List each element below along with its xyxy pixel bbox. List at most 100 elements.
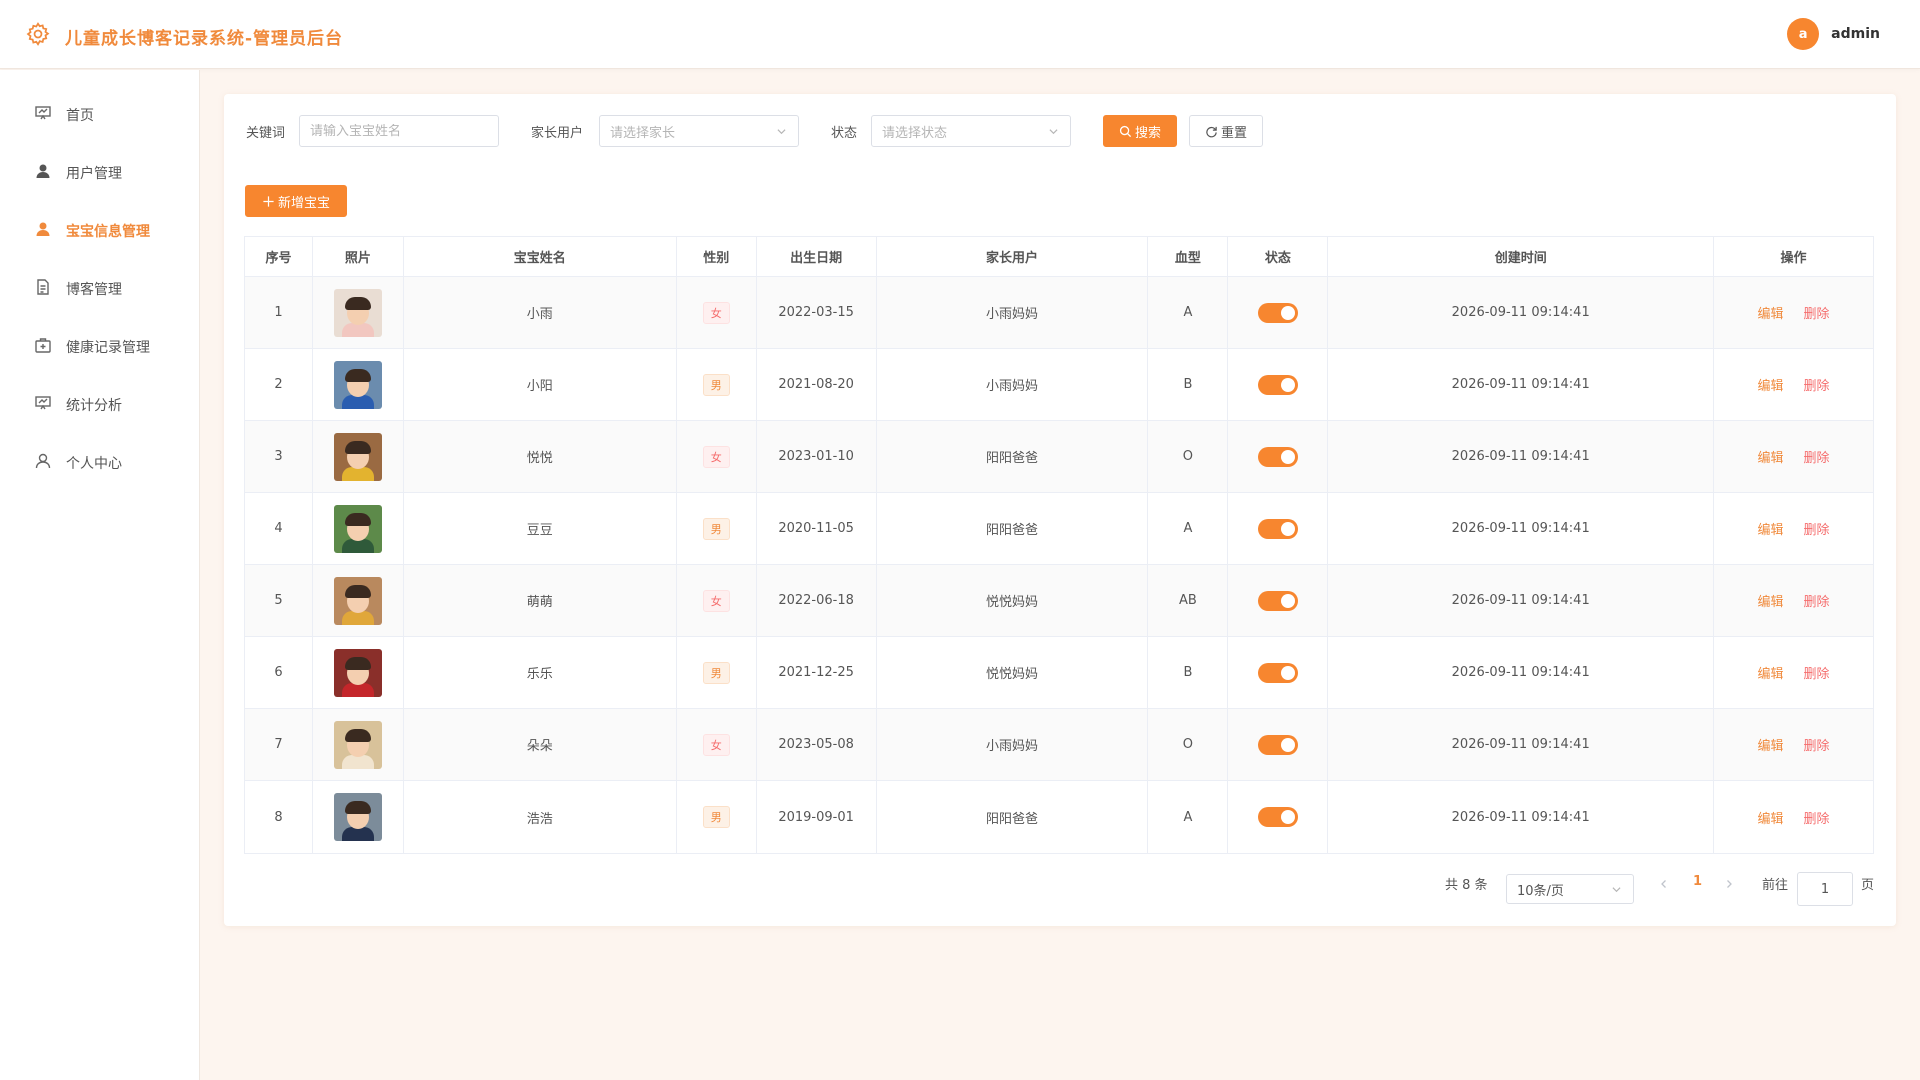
status-toggle[interactable]	[1257, 302, 1298, 323]
edit-button[interactable]: 编辑	[1758, 303, 1784, 322]
parent-label: 家长用户	[531, 126, 584, 141]
sidebar-item-users[interactable]: 用户管理	[0, 145, 199, 201]
edit-button[interactable]: 编辑	[1758, 375, 1784, 394]
document-icon	[34, 278, 52, 300]
status-toggle[interactable]	[1257, 662, 1298, 683]
pagination-total: 共 8 条	[1445, 878, 1488, 893]
page-size-select[interactable]: 10条/页	[1506, 874, 1634, 904]
edit-button[interactable]: 编辑	[1758, 591, 1784, 610]
blood-type: B	[1148, 637, 1229, 708]
username[interactable]: admin	[1831, 26, 1880, 42]
status-toggle[interactable]	[1257, 446, 1298, 467]
column-header: 血型	[1148, 237, 1229, 276]
parent-select[interactable]: 请选择家长	[599, 115, 799, 147]
status-cell	[1228, 421, 1329, 492]
sidebar-item-blog[interactable]: 博客管理	[0, 261, 199, 317]
edit-button[interactable]: 编辑	[1758, 447, 1784, 466]
baby-photo[interactable]	[333, 432, 382, 481]
baby-photo[interactable]	[333, 648, 382, 697]
baby-photo[interactable]	[333, 793, 382, 841]
sidebar-item-label: 统计分析	[66, 398, 122, 414]
baby-photo[interactable]	[333, 288, 382, 337]
baby-name: 浩浩	[404, 781, 677, 853]
row-number: 5	[245, 565, 313, 636]
status-toggle[interactable]	[1257, 518, 1298, 539]
add-baby-button[interactable]: 新增宝宝	[245, 185, 347, 217]
delete-button[interactable]: 删除	[1804, 519, 1830, 538]
row-number: 7	[245, 709, 313, 780]
baby-name: 悦悦	[404, 421, 677, 492]
status-cell	[1228, 781, 1329, 853]
keyword-input-wrapper[interactable]	[299, 115, 499, 147]
chart-board-icon	[34, 394, 52, 416]
delete-button[interactable]: 删除	[1804, 447, 1830, 466]
keyword-input[interactable]	[310, 123, 488, 139]
baby-photo[interactable]	[333, 576, 382, 625]
refresh-icon	[1206, 126, 1217, 137]
sidebar-item-health[interactable]: 健康记录管理	[0, 319, 199, 375]
table-header: 序号 照片 宝宝姓名 性别 出生日期 家长用户 血型 状态 创建时间 操作	[245, 237, 1873, 277]
sidebar: 首页 用户管理 宝宝信息管理 博客管理 健康记录管理 统计分析 个人中心	[0, 70, 200, 1080]
birth-date: 2022-03-15	[757, 277, 877, 348]
sidebar-item-profile[interactable]: 个人中心	[0, 435, 199, 491]
table-row: 1 小雨女 2022-03-15 小雨妈妈 A 2026-09-11 09:14:41 编辑…	[245, 277, 1873, 349]
blood-type: A	[1148, 781, 1229, 853]
baby-name: 萌萌	[404, 565, 677, 636]
status-toggle[interactable]	[1257, 374, 1298, 395]
sidebar-item-statistics[interactable]: 统计分析	[0, 377, 199, 433]
current-page[interactable]: 1	[1693, 874, 1702, 889]
next-page-icon[interactable]	[1723, 878, 1735, 890]
search-icon	[1119, 125, 1132, 137]
column-header: 创建时间	[1328, 237, 1715, 276]
status-toggle[interactable]	[1257, 590, 1298, 611]
search-button-label: 搜索	[1134, 125, 1161, 141]
gender-tag: 女	[702, 589, 730, 612]
delete-button[interactable]: 删除	[1804, 303, 1830, 322]
chevron-down-icon	[1049, 129, 1058, 135]
sidebar-item-home[interactable]: 首页	[0, 87, 199, 143]
prev-page-icon[interactable]	[1658, 878, 1670, 890]
status-cell	[1228, 709, 1329, 780]
sidebar-item-baby-info[interactable]: 宝宝信息管理	[0, 203, 199, 259]
birth-date: 2021-08-20	[757, 349, 877, 420]
edit-button[interactable]: 编辑	[1758, 808, 1784, 827]
status-toggle[interactable]	[1257, 807, 1298, 827]
column-header: 状态	[1228, 237, 1329, 276]
page-suffix: 页	[1861, 878, 1875, 893]
created-time: 2026-09-11 09:14:41	[1328, 709, 1715, 780]
search-button[interactable]: 搜索	[1103, 115, 1177, 147]
gender-cell: 男	[677, 349, 757, 420]
delete-button[interactable]: 删除	[1804, 375, 1830, 394]
delete-button[interactable]: 删除	[1804, 808, 1830, 827]
table-row: 3 悦悦女 2023-01-10 阳阳爸爸 O 2026-09-11 09:14:41 编辑…	[245, 421, 1873, 493]
baby-name: 豆豆	[404, 493, 677, 564]
parent-user: 小雨妈妈	[877, 349, 1149, 420]
column-header: 操作	[1780, 251, 1807, 266]
baby-icon	[34, 220, 52, 242]
edit-button[interactable]: 编辑	[1758, 735, 1784, 754]
photo-cell	[313, 277, 404, 348]
reset-button[interactable]: 重置	[1189, 115, 1263, 147]
row-number: 3	[245, 421, 313, 492]
birth-date: 2020-11-05	[757, 493, 877, 564]
user-menu[interactable]: a admin	[1787, 18, 1880, 50]
baby-photo[interactable]	[333, 360, 382, 409]
baby-photo[interactable]	[333, 504, 382, 553]
chevron-down-icon	[1612, 887, 1621, 893]
delete-button[interactable]: 删除	[1804, 663, 1830, 682]
delete-button[interactable]: 删除	[1804, 735, 1830, 754]
table-row: 5 萌萌女 2022-06-18 悦悦妈妈 AB 2026-09-11 09:14:41 编…	[245, 565, 1873, 637]
column-header: 家长用户	[877, 237, 1149, 276]
edit-button[interactable]: 编辑	[1758, 519, 1784, 538]
edit-button[interactable]: 编辑	[1758, 663, 1784, 682]
status-select[interactable]: 请选择状态	[871, 115, 1071, 147]
created-time: 2026-09-11 09:14:41	[1328, 637, 1715, 708]
status-toggle[interactable]	[1257, 734, 1298, 755]
row-number: 1	[245, 277, 313, 348]
dashboard-icon	[34, 104, 52, 126]
avatar[interactable]: a	[1787, 18, 1820, 50]
delete-button[interactable]: 删除	[1804, 591, 1830, 610]
baby-photo[interactable]	[333, 720, 382, 769]
goto-page-input[interactable]: 1	[1797, 872, 1853, 906]
row-number: 6	[245, 637, 313, 708]
